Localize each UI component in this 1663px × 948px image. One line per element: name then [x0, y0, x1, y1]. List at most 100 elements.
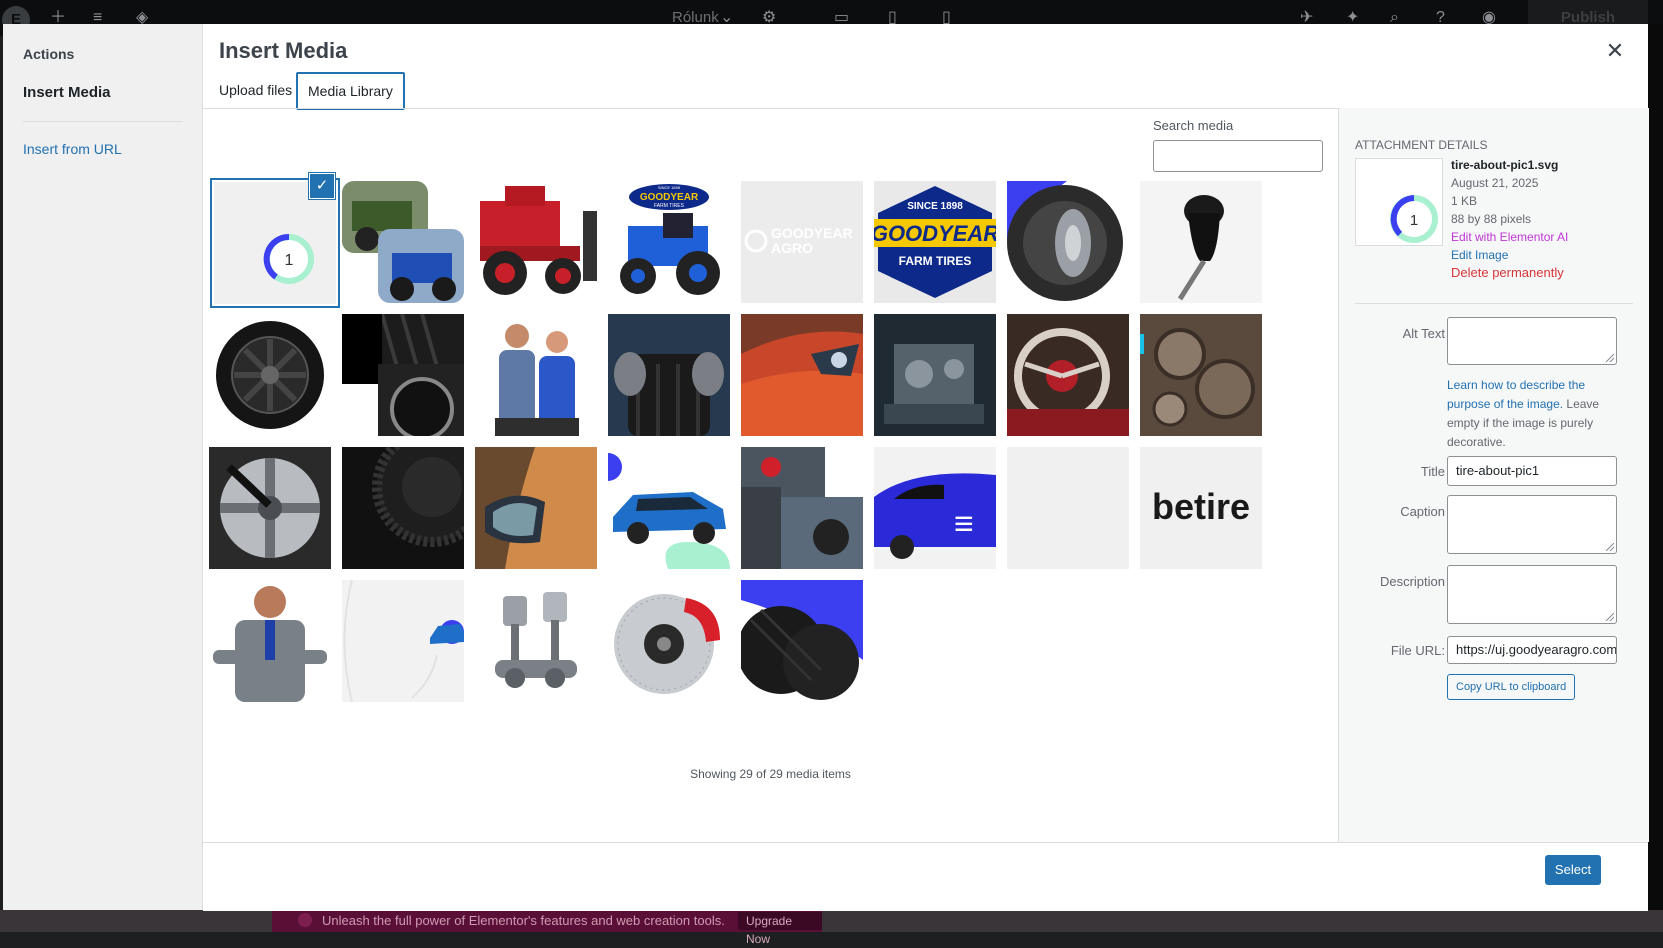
- tractors-collage-image: [342, 181, 464, 303]
- blue-suv-image: [608, 447, 730, 569]
- media-item-tires-blue-corner[interactable]: [741, 580, 863, 702]
- media-item-goodyear-agro-logo[interactable]: GOODYEAR AGRO: [741, 181, 863, 303]
- media-item-small-blue-car[interactable]: [342, 580, 464, 702]
- svg-text:GOODYEAR: GOODYEAR: [771, 225, 853, 241]
- gear-knob-image: [1140, 181, 1262, 303]
- menu-separator: [23, 121, 183, 122]
- svg-text:≡: ≡: [954, 505, 974, 543]
- media-menu: Actions Insert Media Insert from URL: [3, 24, 203, 910]
- media-item-tires-collage[interactable]: [342, 314, 464, 436]
- delete-permanently-link[interactable]: Delete permanently: [1451, 264, 1568, 282]
- checkmark-icon[interactable]: ✓: [309, 173, 335, 199]
- media-item-red-steering-wheel[interactable]: [1007, 314, 1129, 436]
- side-mirror-image: [475, 447, 597, 569]
- svg-text:SINCE 1898: SINCE 1898: [658, 185, 681, 190]
- caption-field[interactable]: [1447, 495, 1617, 554]
- goodyear-badge-image: SINCE 1898 GOODYEAR FARM TIRES: [874, 181, 996, 303]
- alt-text-label: Alt Text: [1402, 326, 1445, 341]
- media-item-red-car-headlight[interactable]: [741, 314, 863, 436]
- media-item-red-combine[interactable]: [475, 181, 597, 303]
- media-item-goodyear-blue-tractor[interactable]: SINCE 1898 GOODYEAR FARM TIRES: [608, 181, 730, 303]
- media-item-brake-disc[interactable]: [608, 580, 730, 702]
- svg-text:1: 1: [1410, 212, 1418, 229]
- insert-media-modal: Actions Insert Media Insert from URL Ins…: [3, 24, 1649, 911]
- media-count-text: Showing 29 of 29 media items: [690, 767, 851, 781]
- attachment-date: August 21, 2025: [1451, 176, 1539, 190]
- promo-text: Unleash the full power of Elementor's fe…: [322, 913, 725, 928]
- file-url-field[interactable]: https://uj.goodyearagro.com/: [1447, 636, 1617, 664]
- mechanics-couple-image: [475, 314, 597, 436]
- tire-tread-image: [342, 447, 464, 569]
- smiling-mechanic-image: [209, 580, 331, 702]
- copy-url-button[interactable]: Copy URL to clipboard: [1447, 674, 1576, 700]
- attachment-details-panel: Attachment Details 1 tire-about-pic1.svg…: [1338, 108, 1649, 842]
- media-item-lug-wrench-wheel[interactable]: [209, 447, 331, 569]
- editor-bottom-bar: [0, 910, 1663, 932]
- svg-text:GOODYEAR: GOODYEAR: [640, 192, 699, 203]
- tab-media-library[interactable]: Media Library: [296, 72, 405, 110]
- title-label: Title: [1420, 464, 1445, 479]
- pistons-image: [475, 580, 597, 702]
- engine-parts-image: [874, 314, 996, 436]
- details-separator: [1355, 303, 1633, 304]
- media-item-blank-image[interactable]: [1007, 447, 1129, 569]
- attachment-thumbnail: 1: [1355, 158, 1443, 246]
- upgrade-now-button[interactable]: Upgrade Now: [738, 912, 822, 946]
- search-label: Search media: [1153, 118, 1234, 133]
- menu-item-insert-from-url[interactable]: Insert from URL: [23, 141, 122, 157]
- modal-title: Insert Media: [219, 38, 348, 63]
- edit-image-link[interactable]: Edit Image: [1451, 246, 1568, 264]
- alloy-wheel-image: [209, 314, 331, 436]
- media-item-tire-about-pic1[interactable]: 1: [214, 182, 336, 304]
- tab-upload-files[interactable]: Upload files: [209, 72, 302, 108]
- goodyear-tractor-image: SINCE 1898 GOODYEAR FARM TIRES: [608, 181, 730, 303]
- goodyear-agro-logo-image: GOODYEAR AGRO: [741, 181, 863, 303]
- file-url-label: File URL:: [1390, 643, 1445, 658]
- media-item-betire-logo[interactable]: betire: [1140, 447, 1262, 569]
- svg-text:FARM TIRES: FARM TIRES: [899, 254, 972, 268]
- svg-text:betire: betire: [1152, 486, 1250, 527]
- media-item-hands-holding-tire[interactable]: [608, 314, 730, 436]
- engine-gears-image: [1140, 314, 1262, 436]
- ring-number-thumbnail: 1: [214, 182, 336, 304]
- media-item-engine-parts[interactable]: [874, 314, 996, 436]
- steering-wheel-image: [1007, 314, 1129, 436]
- attachment-size: 1 KB: [1451, 194, 1478, 208]
- caption-label: Caption: [1400, 504, 1445, 519]
- media-item-tractors-collage[interactable]: [342, 181, 464, 303]
- title-field[interactable]: tire-about-pic1: [1447, 456, 1617, 486]
- media-toolbar: [203, 842, 1648, 911]
- media-item-smiling-mechanic[interactable]: [209, 580, 331, 702]
- media-item-engine-gears[interactable]: [1140, 314, 1262, 436]
- media-item-tire-tread-closeup[interactable]: [342, 447, 464, 569]
- description-field[interactable]: [1447, 565, 1617, 624]
- attachment-thumbnail-image: 1: [1356, 159, 1442, 245]
- tires-blue-corner-image: [741, 580, 863, 702]
- search-media-input[interactable]: [1153, 140, 1323, 172]
- media-item-black-alloy-wheel[interactable]: [209, 314, 331, 436]
- media-item-gear-shift-knob[interactable]: [1140, 181, 1262, 303]
- media-item-blue-car-wrap[interactable]: ≡: [874, 447, 996, 569]
- svg-text:FARM TIRES: FARM TIRES: [654, 203, 685, 209]
- description-label: Description: [1379, 574, 1445, 589]
- attachment-info: tire-about-pic1.svg August 21, 2025 1 KB…: [1451, 156, 1568, 282]
- media-item-mechanics-couple[interactable]: [475, 314, 597, 436]
- media-item-goodyear-farm-tires-badge[interactable]: SINCE 1898 GOODYEAR FARM TIRES: [874, 181, 996, 303]
- mechanics-work-image: [741, 447, 863, 569]
- alt-text-field[interactable]: [1447, 317, 1617, 365]
- small-blue-car-image: [342, 580, 464, 702]
- red-combine-image: [475, 181, 597, 303]
- svg-text:GOODYEAR: GOODYEAR: [874, 221, 996, 246]
- media-item-engine-pistons[interactable]: [475, 580, 597, 702]
- media-item-mechanics-at-work[interactable]: [741, 447, 863, 569]
- media-item-blue-suv[interactable]: [608, 447, 730, 569]
- media-item-car-side-mirror[interactable]: [475, 447, 597, 569]
- menu-item-insert-media[interactable]: Insert Media: [23, 84, 111, 101]
- edit-with-elementor-ai-link[interactable]: Edit with Elementor AI: [1451, 228, 1568, 246]
- media-item-tractor-tire-blue[interactable]: [1007, 181, 1129, 303]
- lug-wrench-image: [209, 447, 331, 569]
- menu-heading: Actions: [23, 46, 75, 62]
- close-icon[interactable]: ✕: [1603, 39, 1627, 63]
- select-button[interactable]: Select: [1545, 855, 1601, 885]
- attachment-details-heading: Attachment Details: [1355, 138, 1488, 152]
